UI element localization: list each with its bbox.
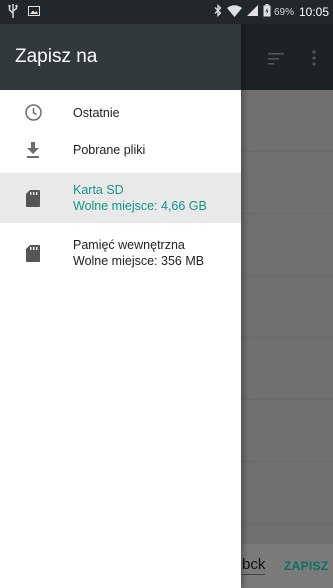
drawer-title: Zapisz na [15, 46, 98, 67]
drawer-item-label: Karta SD [73, 183, 124, 197]
drawer-item-label: Pobrane pliki [73, 142, 146, 157]
battery-icon [263, 4, 271, 20]
drawer-item-text: Pamięć wewnętrzna Wolne miejsce: 356 MB [73, 237, 204, 269]
status-time: 10:05 [298, 5, 329, 19]
drawer-item-label: Pamięć wewnętrzna [73, 238, 185, 252]
more-vert-icon[interactable] [312, 50, 316, 66]
drawer-list: Ostatnie Pobrane pliki Karta SD Wolne mi… [0, 90, 241, 278]
sort-icon[interactable] [268, 52, 284, 65]
drawer-header: Zapisz na [0, 24, 241, 90]
download-icon [24, 141, 42, 159]
image-icon [28, 5, 40, 19]
wifi-icon [226, 4, 242, 20]
roots-drawer: Zapisz na Ostatnie Pobrane pliki Karta S… [0, 24, 241, 588]
status-left [8, 3, 40, 21]
bluetooth-icon [214, 3, 222, 20]
drawer-item-label: Ostatnie [73, 105, 120, 120]
save-button[interactable]: ZAPISZ [284, 559, 328, 573]
internal-storage-icon [24, 244, 42, 262]
usb-icon [8, 3, 18, 21]
drawer-item-text: Karta SD Wolne miejsce: 4,66 GB [73, 182, 207, 214]
filename-input[interactable]: bck [242, 556, 266, 575]
drawer-item-downloads[interactable]: Pobrane pliki [0, 131, 241, 168]
drawer-item-internal-storage[interactable]: Pamięć wewnętrzna Wolne miejsce: 356 MB [0, 228, 241, 278]
sd-card-icon [24, 189, 42, 207]
drawer-item-free-space: Wolne miejsce: 4,66 GB [73, 199, 207, 213]
status-bar: 69% 10:05 [0, 0, 333, 24]
drawer-item-sd-card[interactable]: Karta SD Wolne miejsce: 4,66 GB [0, 173, 241, 223]
status-right: 69% 10:05 [214, 3, 329, 20]
signal-icon [246, 5, 258, 19]
drawer-item-recent[interactable]: Ostatnie [0, 94, 241, 131]
battery-percent: 69% [273, 6, 294, 18]
drawer-item-free-space: Wolne miejsce: 356 MB [73, 254, 205, 268]
clock-icon [24, 104, 42, 122]
